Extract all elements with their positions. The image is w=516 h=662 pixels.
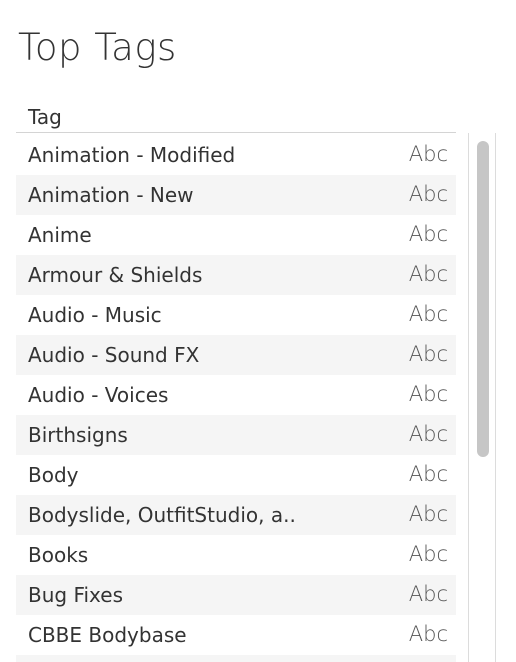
- page-title: Top Tags: [18, 26, 177, 69]
- table-row[interactable]: Animation - New Abc: [16, 175, 456, 215]
- tag-cell: Animation - New: [28, 183, 194, 207]
- tag-cell: Bug Fixes: [28, 583, 123, 607]
- table-row[interactable]: Birthsigns Abc: [16, 415, 456, 455]
- table-row[interactable]: Bug Fixes Abc: [16, 575, 456, 615]
- table-row[interactable]: Bodyslide, OutfitStudio, a.. Abc: [16, 495, 456, 535]
- tag-cell: Audio - Sound FX: [28, 343, 200, 367]
- tag-cell: CBBE Bodybase: [28, 623, 187, 647]
- type-cell: Abc: [408, 342, 448, 366]
- table-row[interactable]: Audio - Voices Abc: [16, 375, 456, 415]
- top-tags-view: Top Tags Tag Animation - Modified Abc An…: [0, 0, 516, 662]
- table-row[interactable]: Armour & Shields Abc: [16, 255, 456, 295]
- type-cell: Abc: [408, 382, 448, 406]
- type-cell: Abc: [408, 462, 448, 486]
- table-row[interactable]: Audio - Sound FX Abc: [16, 335, 456, 375]
- table-row[interactable]: Animation - Modified Abc: [16, 135, 456, 175]
- table-row[interactable]: CBBE Bodybase Abc: [16, 615, 456, 655]
- table-rows: Animation - Modified Abc Animation - New…: [16, 135, 456, 662]
- tag-cell: Books: [28, 543, 89, 567]
- type-cell: Abc: [408, 142, 448, 166]
- type-cell: Abc: [408, 582, 448, 606]
- type-cell: Abc: [408, 622, 448, 646]
- table-row[interactable]: Audio - Music Abc: [16, 295, 456, 335]
- vertical-scrollbar[interactable]: [468, 133, 496, 662]
- column-header-label: Tag: [28, 105, 62, 129]
- tag-cell: Birthsigns: [28, 423, 128, 447]
- tag-cell: Anime: [28, 223, 92, 247]
- type-cell: Abc: [408, 182, 448, 206]
- tags-table: Tag Animation - Modified Abc Animation -…: [16, 97, 456, 662]
- tag-cell: Armour & Shields: [28, 263, 203, 287]
- table-row[interactable]: Books Abc: [16, 535, 456, 575]
- type-cell: Abc: [408, 502, 448, 526]
- type-cell: Abc: [408, 422, 448, 446]
- tag-cell: Audio - Music: [28, 303, 162, 327]
- type-cell: Abc: [408, 222, 448, 246]
- type-cell: Abc: [408, 262, 448, 286]
- tag-cell: Audio - Voices: [28, 383, 169, 407]
- column-header-tag[interactable]: Tag: [16, 97, 456, 133]
- tag-cell: Animation - Modified: [28, 143, 236, 167]
- table-row[interactable]: Anime Abc: [16, 215, 456, 255]
- table-row[interactable]: Body Abc: [16, 455, 456, 495]
- type-cell: Abc: [408, 542, 448, 566]
- type-cell: Abc: [408, 302, 448, 326]
- scrollbar-thumb[interactable]: [477, 141, 489, 457]
- tag-cell: Body: [28, 463, 79, 487]
- table-row[interactable]: [16, 655, 456, 662]
- tag-cell: Bodyslide, OutfitStudio, a..: [28, 503, 296, 527]
